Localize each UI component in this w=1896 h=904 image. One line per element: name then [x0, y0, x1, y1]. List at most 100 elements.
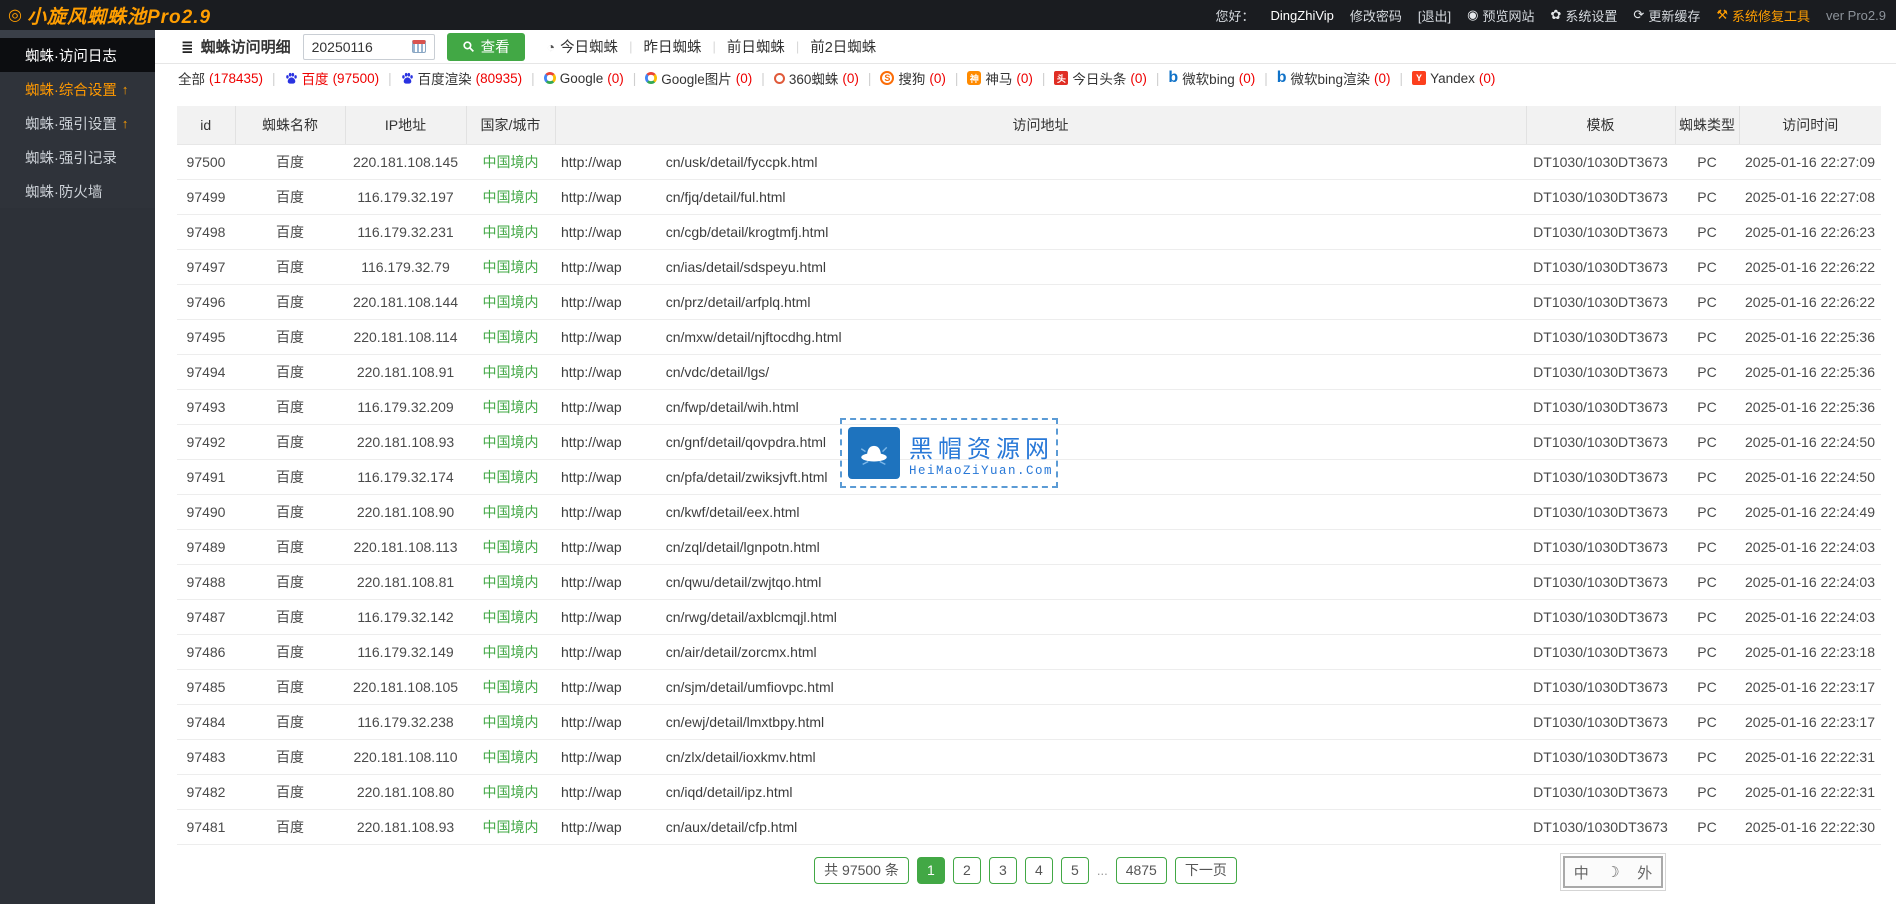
filter-bing[interactable]: b微软bing(0) — [1168, 68, 1255, 88]
preview-site-link[interactable]: ◉ 预览网站 — [1467, 6, 1534, 25]
system-settings-link[interactable]: ✿ 系统设置 — [1551, 6, 1618, 25]
cell-url: http://wapcn/air/detail/zorcmx.html — [555, 634, 1526, 669]
censored-domain — [622, 647, 666, 659]
update-cache-link[interactable]: ⟳ 更新缓存 — [1633, 6, 1700, 25]
filter-separator: | — [1156, 71, 1160, 86]
cell-id: 97483 — [177, 739, 235, 774]
filter-label: 微软bing渲染 — [1291, 68, 1371, 88]
filter-google-image[interactable]: Google图片(0) — [645, 68, 752, 88]
filter-yandex[interactable]: YYandex(0) — [1412, 71, 1495, 86]
cell-region: 中国境内 — [466, 529, 555, 564]
change-password-link[interactable]: 修改密码 — [1350, 6, 1402, 25]
url-prefix: http://wap — [561, 784, 622, 800]
view-button[interactable]: 查看 — [447, 33, 525, 61]
cell-ip: 116.179.32.149 — [345, 634, 466, 669]
pagination-page-2[interactable]: 2 — [953, 857, 981, 884]
filter-label: 神马 — [985, 68, 1012, 88]
system-settings-label: 系统设置 — [1565, 6, 1617, 25]
cell-spider-type: PC — [1675, 144, 1739, 179]
watermark-title: 黑帽资源网 — [909, 429, 1054, 464]
cell-spider-type: PC — [1675, 634, 1739, 669]
url-path: cn/zql/detail/lgnpotn.html — [666, 539, 820, 555]
list-icon: ≣ — [181, 38, 194, 56]
ime-moon-icon[interactable]: ☽ — [1606, 863, 1619, 881]
url-prefix: http://wap — [561, 609, 622, 625]
cell-visit-time: 2025-01-16 22:24:03 — [1739, 599, 1881, 634]
cell-url: http://wapcn/qwu/detail/zwjtqo.html — [555, 564, 1526, 599]
tab-separator: | — [629, 39, 632, 54]
pagination-page-4[interactable]: 4 — [1025, 857, 1053, 884]
sogou-icon: S — [880, 71, 894, 85]
cell-url: http://wapcn/usk/detail/fyccpk.html — [555, 144, 1526, 179]
cell-spider-type: PC — [1675, 249, 1739, 284]
table-row: 97481百度220.181.108.93中国境内http://wapcn/au… — [177, 809, 1881, 844]
filter-separator: | — [1264, 71, 1268, 86]
cell-url: http://wapcn/zql/detail/lgnpotn.html — [555, 529, 1526, 564]
filter-bing-render[interactable]: b微软bing渲染(0) — [1277, 68, 1391, 88]
cell-url: http://wapcn/prz/detail/arfplq.html — [555, 284, 1526, 319]
url-prefix: http://wap — [561, 154, 622, 170]
tab-separator: | — [712, 39, 715, 54]
column-header-country: 国家/城市 — [466, 106, 555, 144]
tab-today[interactable]: ◔今日蜘蛛 — [547, 36, 618, 57]
cell-ip: 220.181.108.93 — [345, 809, 466, 844]
cell-ip: 220.181.108.81 — [345, 564, 466, 599]
filter-all[interactable]: 全部(178435) — [178, 68, 263, 88]
top-bar: ◎ 小旋风蜘蛛池Pro2.9 您好： DingZhiVip 修改密码 [退出] … — [0, 0, 1896, 30]
ime-status-bar[interactable]: 中 ☽ 外 — [1563, 856, 1663, 888]
censored-domain — [622, 542, 666, 554]
filter-separator: | — [955, 71, 959, 86]
ime-mode-key[interactable]: 中 — [1574, 862, 1589, 883]
filter-shenma[interactable]: 神神马(0) — [967, 68, 1033, 88]
cell-id: 97497 — [177, 249, 235, 284]
pagination-next[interactable]: 下一页 — [1175, 857, 1237, 884]
day-tab-label: 前日蜘蛛 — [727, 36, 785, 57]
cell-ip: 116.179.32.231 — [345, 214, 466, 249]
url-path: cn/aux/detail/cfp.html — [666, 819, 798, 835]
pagination-page-1[interactable]: 1 — [917, 857, 945, 884]
url-path: cn/air/detail/zorcmx.html — [666, 644, 817, 660]
pagination-page-5[interactable]: 5 — [1061, 857, 1089, 884]
sidebar-item-spider-force-records[interactable]: 蜘蛛·强引记录 — [0, 140, 155, 174]
sidebar-item-spider-firewall[interactable]: 蜘蛛·防火墙 — [0, 174, 155, 208]
pagination-page-3[interactable]: 3 — [989, 857, 1017, 884]
tab-two-days-before[interactable]: 前2日蜘蛛 — [810, 36, 876, 57]
tab-day-before[interactable]: 前日蜘蛛 — [727, 36, 785, 57]
tab-yesterday[interactable]: 昨日蜘蛛 — [643, 36, 701, 57]
censored-domain — [622, 262, 666, 274]
eye-icon: ◉ — [1467, 7, 1478, 23]
filter-sogou[interactable]: S搜狗(0) — [880, 68, 946, 88]
cell-visit-time: 2025-01-16 22:27:09 — [1739, 144, 1881, 179]
pagination-ellipsis: ... — [1097, 863, 1108, 878]
google-g-icon — [544, 72, 556, 84]
cell-spider-name: 百度 — [235, 529, 345, 564]
filter-baidu-render[interactable]: 百度渲染(80935) — [401, 68, 523, 88]
cell-template: DT1030/1030DT3673 — [1526, 319, 1675, 354]
cell-template: DT1030/1030DT3673 — [1526, 389, 1675, 424]
page-title-label: 蜘蛛访问明细 — [201, 36, 291, 57]
cell-url: http://wapcn/rwg/detail/axblcmqjl.html — [555, 599, 1526, 634]
date-input[interactable] — [312, 39, 408, 55]
url-prefix: http://wap — [561, 504, 622, 520]
sidebar-item-spider-visit-log[interactable]: 蜘蛛·访问日志 — [0, 38, 155, 72]
cell-visit-time: 2025-01-16 22:24:50 — [1739, 459, 1881, 494]
sidebar-item-spider-general-settings[interactable]: 蜘蛛·综合设置↑ — [0, 72, 155, 106]
wrench-icon: ⚒ — [1716, 7, 1728, 23]
sidebar-item-spider-force-settings[interactable]: 蜘蛛·强引设置↑ — [0, 106, 155, 140]
filter-label: 搜狗 — [898, 68, 925, 88]
cell-region: 中国境内 — [466, 179, 555, 214]
360-ring-icon — [774, 73, 785, 84]
cell-ip: 220.181.108.113 — [345, 529, 466, 564]
ime-layout-key[interactable]: 外 — [1637, 862, 1652, 883]
cell-id: 97495 — [177, 319, 235, 354]
filter-toutiao[interactable]: 头今日头条(0) — [1054, 68, 1147, 88]
logout-link[interactable]: [退出] — [1418, 6, 1451, 25]
filter-360[interactable]: 360蜘蛛(0) — [774, 68, 859, 88]
censored-domain — [622, 297, 666, 309]
calendar-icon[interactable] — [412, 40, 426, 53]
filter-baidu[interactable]: 百度(97500) — [285, 68, 380, 88]
filter-separator: | — [633, 71, 637, 86]
repair-tool-link[interactable]: ⚒ 系统修复工具 — [1716, 6, 1810, 25]
pagination-last-page[interactable]: 4875 — [1116, 857, 1167, 884]
filter-google[interactable]: Google(0) — [544, 71, 624, 86]
